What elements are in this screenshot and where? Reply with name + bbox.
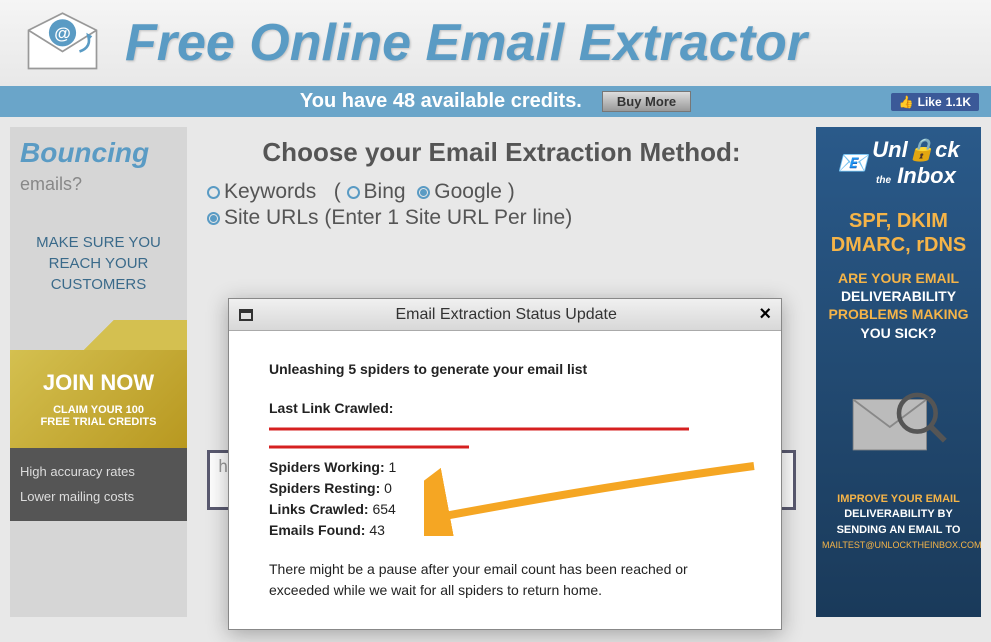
emails-found-label: Emails Found: [269, 522, 365, 538]
join-sub1: CLAIM YOUR 100 [18, 404, 179, 416]
option-row-urls: Site URLs (Enter 1 Site URL Per line) [207, 206, 806, 230]
page-title: Free Online Email Extractor [125, 13, 807, 73]
links-crawled-value: 654 [369, 501, 396, 517]
bing-radio[interactable] [347, 186, 360, 199]
svg-text:@: @ [54, 24, 71, 43]
spiders-working-value: 1 [385, 459, 397, 475]
unlock-logo: 📧 Unl🔒ckthe Inbox [822, 137, 975, 189]
left-sidebar: Bouncing emails? MAKE SURE YOU REACH YOU… [10, 127, 187, 617]
redacted-url [269, 439, 469, 455]
modal-body: Unleashing 5 spiders to generate your em… [229, 331, 781, 629]
modal-title: Email Extraction Status Update [395, 306, 616, 324]
feature-item: High accuracy rates [20, 460, 177, 485]
join-now-title: JOIN NOW [18, 370, 179, 396]
buy-more-button[interactable]: Buy More [602, 91, 691, 112]
logo-envelope-icon: @ [20, 8, 105, 78]
ad-unlock-inbox[interactable]: 📧 Unl🔒ckthe Inbox SPF, DKIM DMARC, rDNS … [816, 127, 981, 617]
ad-email-address: MAILTEST@UNLOCKTHEINBOX.COM [822, 540, 975, 550]
unleash-text: Unleashing 5 spiders to generate your em… [269, 359, 741, 380]
make-sure-text: MAKE SURE YOU REACH YOUR CUSTOMERS [10, 207, 187, 320]
spiders-resting-value: 0 [380, 480, 392, 496]
ad-question: ARE YOUR EMAIL DELIVERABILITY PROBLEMS M… [822, 269, 975, 342]
window-icon [239, 309, 253, 321]
features-list: High accuracy rates Lower mailing costs [10, 448, 187, 521]
right-sidebar: 📧 Unl🔒ckthe Inbox SPF, DKIM DMARC, rDNS … [816, 127, 981, 617]
urls-radio[interactable] [207, 212, 220, 225]
option-row-keywords: Keywords ( Bing Google ) [207, 180, 806, 204]
bouncing-heading: Bouncing emails? [10, 127, 187, 207]
modal-title-bar: Email Extraction Status Update × [229, 299, 781, 331]
google-radio[interactable] [417, 186, 430, 199]
credits-bar: You have 48 available credits. Buy More … [0, 86, 991, 117]
links-crawled-label: Links Crawled: [269, 501, 369, 517]
spiders-working-label: Spiders Working: [269, 459, 385, 475]
join-now-banner[interactable]: JOIN NOW CLAIM YOUR 100 FREE TRIAL CREDI… [10, 350, 187, 448]
keywords-radio[interactable] [207, 186, 220, 199]
modal-close-button[interactable]: × [759, 303, 771, 326]
last-link-label: Last Link Crawled: [269, 400, 393, 416]
envelope-magnify-icon [844, 372, 954, 462]
feature-item: Lower mailing costs [20, 485, 177, 510]
emails-found-value: 43 [365, 522, 384, 538]
credits-text: You have 48 available credits. [300, 90, 582, 113]
pause-note: There might be a pause after your email … [269, 559, 741, 601]
header: @ Free Online Email Extractor [0, 0, 991, 86]
redacted-url [269, 421, 689, 437]
fb-like-button[interactable]: 👍 Like 1.1K [891, 93, 979, 111]
ad-improve-text: IMPROVE YOUR EMAIL DELIVERABILITY BY SEN… [822, 492, 975, 538]
join-sub2: FREE TRIAL CREDITS [18, 416, 179, 428]
spf-text: SPF, DKIM DMARC, rDNS [822, 209, 975, 257]
thumbs-up-icon: 👍 [899, 95, 914, 109]
status-modal: Email Extraction Status Update × Unleash… [228, 298, 782, 630]
method-heading: Choose your Email Extraction Method: [197, 137, 806, 168]
spiders-resting-label: Spiders Resting: [269, 480, 380, 496]
